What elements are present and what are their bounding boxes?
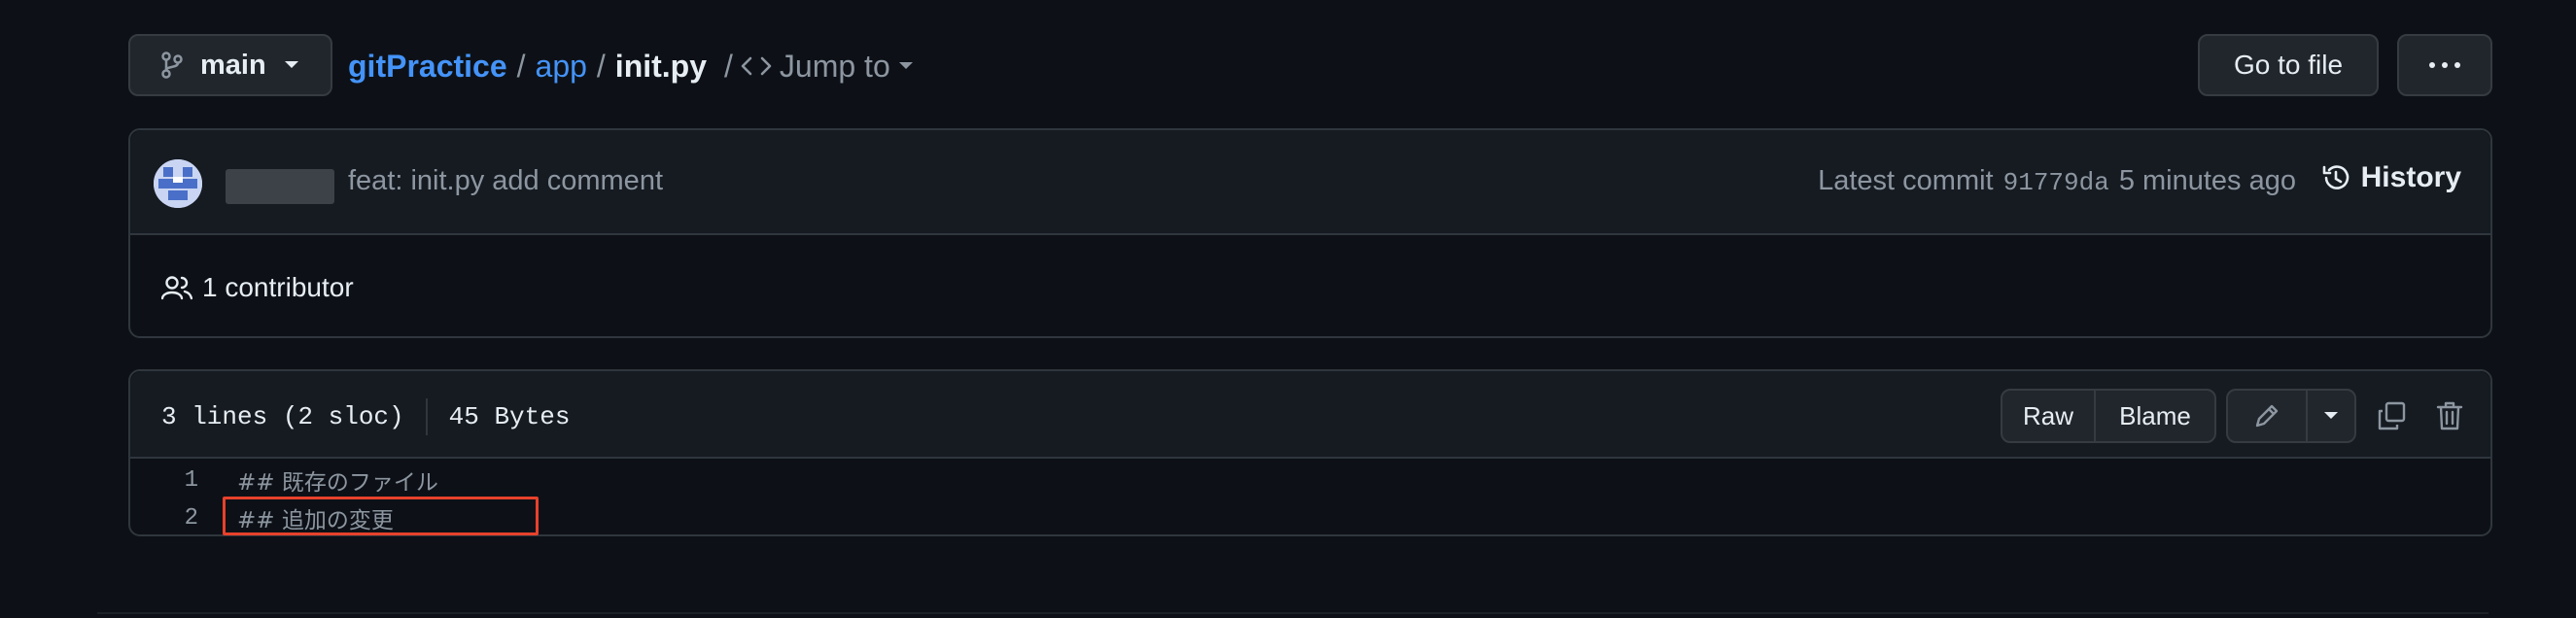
caret-down-icon <box>284 60 299 70</box>
jump-to-label: Jump to <box>779 48 890 84</box>
branch-label: main <box>200 49 266 81</box>
commit-message-link[interactable]: feat: init.py add comment <box>348 165 663 197</box>
go-to-file-button[interactable]: Go to file <box>2198 34 2379 96</box>
edit-group <box>2226 389 2356 443</box>
avatar[interactable] <box>154 159 202 208</box>
trash-icon <box>2435 400 2464 431</box>
breadcrumb-separator: / <box>724 48 733 84</box>
code-line-text: ## 既存のファイル <box>237 470 438 496</box>
raw-button[interactable]: Raw <box>2002 391 2096 441</box>
code-icon <box>741 55 772 77</box>
history-label: History <box>2360 161 2461 193</box>
edit-options-dropdown[interactable] <box>2308 391 2354 441</box>
contributors-label: 1 contributor <box>202 272 354 302</box>
file-lines-info: 3 lines (2 sloc) <box>161 402 404 431</box>
latest-commit-label: Latest commit <box>1818 165 1994 196</box>
blame-button[interactable]: Blame <box>2096 391 2214 441</box>
commit-time: 5 minutes ago <box>2118 165 2296 196</box>
breadcrumb-repo-link[interactable]: gitPractice <box>348 49 507 85</box>
kebab-horizontal-icon <box>2428 61 2461 69</box>
line-number[interactable]: 2 <box>130 505 198 532</box>
people-icon <box>161 275 192 300</box>
caret-down-icon <box>898 61 914 71</box>
more-options-button[interactable] <box>2397 34 2492 96</box>
jump-to-menu[interactable]: Jump to <box>741 49 914 85</box>
edit-button[interactable] <box>2228 391 2308 441</box>
contributors-link[interactable]: 1 contributor <box>161 272 354 303</box>
commit-info-box: feat: init.py add comment Latest commit … <box>128 128 2492 338</box>
line-number[interactable]: 1 <box>130 467 198 494</box>
history-icon <box>2320 162 2351 193</box>
git-branch-icon <box>161 52 183 79</box>
pencil-icon <box>2252 401 2281 430</box>
caret-down-icon <box>2323 411 2339 421</box>
commit-sha-link[interactable]: 91779da <box>2003 168 2109 197</box>
copy-icon <box>2376 400 2407 431</box>
file-header: 3 lines (2 sloc) 45 Bytes Raw Blame <box>130 371 2490 459</box>
breadcrumb-separator: / <box>596 48 606 84</box>
breadcrumb: gitPractice / app / init.py / Jump to <box>348 39 914 93</box>
breadcrumb-separator: / <box>516 48 526 84</box>
divider <box>97 612 2489 614</box>
delete-button[interactable] <box>2426 393 2473 439</box>
history-button[interactable]: History <box>2320 161 2461 194</box>
breadcrumb-folder-link[interactable]: app <box>536 49 587 85</box>
latest-commit-row: feat: init.py add comment Latest commit … <box>130 130 2490 235</box>
file-meta: 3 lines (2 sloc) 45 Bytes <box>161 398 570 435</box>
copy-button[interactable] <box>2368 393 2415 439</box>
file-size: 45 Bytes <box>448 402 571 431</box>
redacted-author-name <box>226 169 334 204</box>
divider <box>425 398 428 435</box>
latest-commit-info: Latest commit 91779da 5 minutes ago <box>1818 165 2296 197</box>
breadcrumb-file-name: init.py <box>614 48 708 84</box>
raw-blame-group: Raw Blame <box>2001 389 2216 443</box>
highlight-annotation-box <box>223 497 539 535</box>
branch-select-button[interactable]: main <box>128 34 332 96</box>
code-line: 1 ## 既存のファイル <box>130 461 2490 499</box>
